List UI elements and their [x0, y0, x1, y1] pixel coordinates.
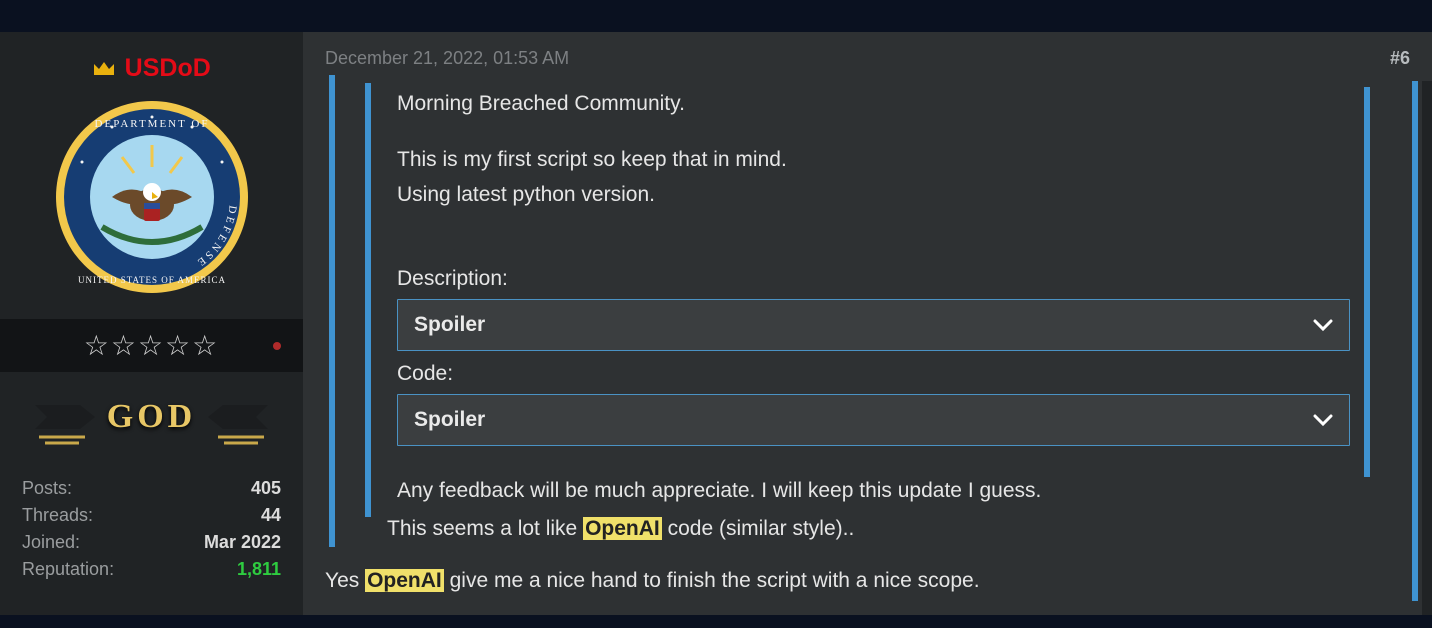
top-bar	[0, 0, 1432, 32]
quote-right-border	[1412, 81, 1418, 601]
post-number[interactable]: #6	[1390, 48, 1410, 69]
description-label: Description:	[397, 264, 1350, 294]
stat-label: Joined:	[22, 532, 80, 553]
stat-row: Threads: 44	[22, 505, 281, 526]
quoted-line: Using latest python version.	[397, 180, 1350, 210]
user-sidebar: USDoD	[0, 32, 303, 615]
stat-label: Reputation:	[22, 559, 114, 580]
user-stats: Posts: 405 Threads: 44 Joined: Mar 2022 …	[0, 462, 303, 608]
stat-label: Threads:	[22, 505, 93, 526]
svg-text:UNITED STATES OF AMERICA: UNITED STATES OF AMERICA	[77, 275, 225, 285]
quoted-line: Morning Breached Community.	[397, 89, 1350, 119]
stat-value: 44	[261, 505, 281, 526]
stat-value: Mar 2022	[204, 532, 281, 553]
spoiler-description[interactable]: Spoiler	[397, 299, 1350, 351]
spoiler-label: Spoiler	[414, 310, 485, 340]
post-body: December 21, 2022, 01:53 AM #6 Morning B…	[303, 32, 1432, 615]
highlight-term: OpenAI	[583, 517, 662, 540]
avatar-seal: DEPARTMENT OF UNITED STATES OF AMERICA D…	[52, 97, 252, 297]
quoted-text: Morning Breached Community. This is my f…	[397, 89, 1350, 507]
stat-row: Joined: Mar 2022	[22, 532, 281, 553]
post-reply-text: Yes OpenAI give me a nice hand to finish…	[325, 569, 1410, 593]
post-timestamp[interactable]: December 21, 2022, 01:53 AM	[325, 48, 569, 69]
username-block[interactable]: USDoD	[0, 54, 303, 83]
spoiler-label: Spoiler	[414, 405, 485, 435]
chevron-down-icon	[1313, 318, 1333, 332]
scrollbar-track[interactable]	[1422, 81, 1432, 615]
rank-banner: GOD	[0, 372, 303, 462]
rank-label: GOD	[107, 398, 196, 436]
spoiler-code[interactable]: Spoiler	[397, 394, 1350, 446]
ribbon-right-icon	[208, 387, 268, 447]
highlight-term: OpenAI	[365, 569, 444, 592]
inner-reply: This seems a lot like OpenAI code (simil…	[387, 517, 1410, 541]
status-indicator-icon	[273, 342, 281, 350]
forum-post: USDoD	[0, 32, 1432, 615]
star-icons: ☆☆☆☆☆	[84, 330, 220, 361]
outer-quote: Morning Breached Community. This is my f…	[329, 75, 1410, 547]
quoted-line: Any feedback will be much appreciate. I …	[397, 476, 1350, 506]
inner-quote: Morning Breached Community. This is my f…	[365, 83, 1410, 517]
svg-text:DEPARTMENT OF: DEPARTMENT OF	[94, 118, 209, 130]
rating-row: ☆☆☆☆☆	[0, 319, 303, 372]
quote-right-border-inner	[1364, 87, 1370, 477]
code-label: Code:	[397, 359, 1350, 389]
reputation-value[interactable]: 1,811	[237, 559, 281, 580]
post-meta: December 21, 2022, 01:53 AM #6	[325, 48, 1410, 69]
quoted-line: This is my first script so keep that in …	[397, 145, 1350, 175]
chevron-down-icon	[1313, 413, 1333, 427]
crown-icon	[92, 59, 116, 79]
stat-row: Posts: 405	[22, 478, 281, 499]
stat-value: 405	[251, 478, 281, 499]
stat-label: Posts:	[22, 478, 72, 499]
stat-row: Reputation: 1,811	[22, 559, 281, 580]
avatar[interactable]: DEPARTMENT OF UNITED STATES OF AMERICA D…	[0, 97, 303, 297]
ribbon-left-icon	[35, 387, 95, 447]
username-text: USDoD	[125, 54, 211, 82]
